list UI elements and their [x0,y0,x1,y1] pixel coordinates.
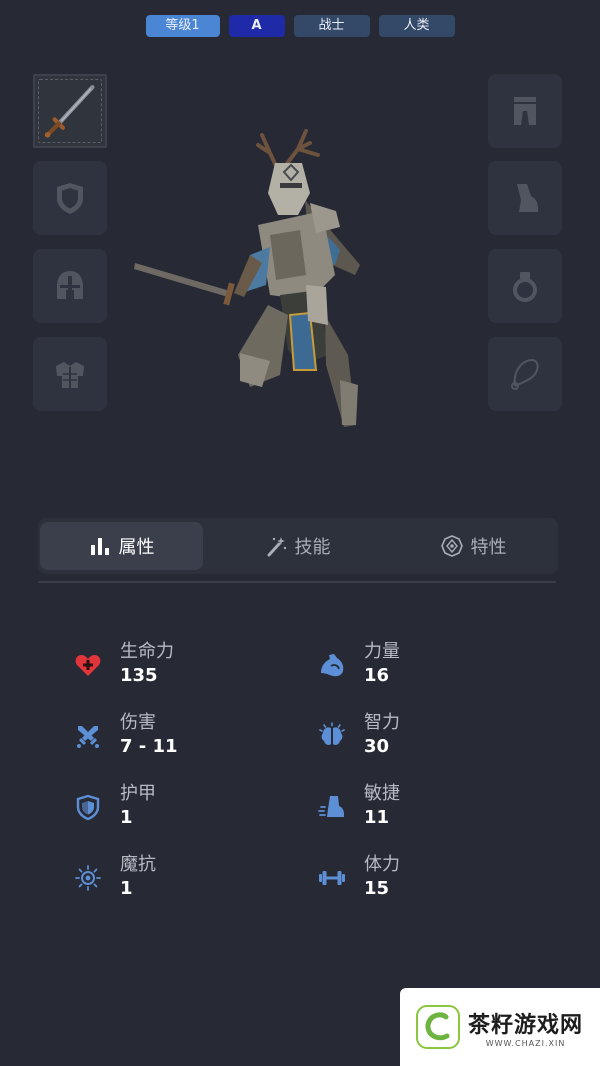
stat-agility: 敏捷 11 [318,779,518,835]
site-watermark: 茶籽游戏网 WWW.CHAZI.XIN [400,988,600,1066]
heart-icon [75,655,101,676]
stat-armor-value: 1 [120,807,133,828]
stat-armor-label: 护甲 [120,783,156,804]
stat-vitality-value: 135 [120,665,158,686]
tab-attributes-label: 属性 [118,537,155,558]
pants-slot[interactable] [488,74,562,148]
amulet-slot[interactable] [488,337,562,411]
helmet-icon [57,271,83,299]
watermark-subtitle: WWW.CHAZI.XIN [485,1038,566,1048]
stat-intelligence-label: 智力 [364,712,400,733]
chest-armor-icon [56,362,84,388]
chest-armor-slot[interactable] [33,337,107,411]
stat-agility-label: 敏捷 [364,783,400,804]
stat-intelligence: 智力 30 [318,708,518,764]
boot-speed-icon [318,796,344,817]
race-tag: 人类 [378,15,455,37]
magic-wand-icon [267,537,286,557]
grade-tag: A [228,15,285,37]
ring-icon [513,272,537,302]
boot-icon [517,184,538,212]
stat-intelligence-value: 30 [364,736,390,757]
stat-armor: 护甲 1 [74,779,274,835]
tab-skills[interactable]: 技能 [216,522,379,570]
stat-magic-resist-label: 魔抗 [120,854,156,875]
stat-agility-value: 11 [364,807,390,828]
magic-resist-icon [75,865,101,891]
amulet-icon [511,358,539,390]
stat-vitality-label: 生命力 [120,641,174,662]
weapon-slot[interactable] [33,74,107,148]
armor-shield-icon [76,794,100,821]
trait-emblem-icon [440,535,463,557]
ring-slot[interactable] [488,249,562,323]
character-portrait [134,129,360,427]
stat-stamina-label: 体力 [364,854,400,875]
boots-slot[interactable] [488,161,562,235]
helmet-slot[interactable] [33,249,107,323]
detail-tabs: 属性 技能 特性 [38,518,558,574]
watermark-title: 茶籽游戏网 [468,1012,584,1038]
tab-traits-label: 特性 [470,537,507,558]
stat-vitality: 生命力 135 [74,637,274,693]
crossed-swords-icon [77,726,99,748]
stat-damage: 伤害 7 - 11 [74,708,274,764]
stat-strength-label: 力量 [364,641,400,662]
watermark-logo-icon [416,1005,460,1049]
tab-traits[interactable]: 特性 [392,522,555,570]
level-tag: 等级1 [145,15,220,37]
stat-damage-value: 7 - 11 [120,736,178,757]
class-tag: 战士 [293,15,370,37]
sword-icon [44,85,95,138]
stat-magic-resist-value: 1 [120,878,133,899]
pants-icon [514,97,536,125]
stat-strength-value: 16 [364,665,390,686]
shield-icon [57,183,83,214]
stat-strength: 力量 16 [318,637,518,693]
dumbbell-icon [319,871,345,885]
tab-attributes[interactable]: 属性 [40,522,203,570]
shield-slot[interactable] [33,161,107,235]
character-tags: 等级1 A 战士 人类 [0,15,600,37]
tab-divider [38,581,556,583]
bicep-icon [321,654,344,677]
stat-stamina-value: 15 [364,878,390,899]
stat-stamina: 体力 15 [318,850,518,906]
stats-bars-icon [90,538,109,555]
tab-skills-label: 技能 [294,537,331,558]
stat-magic-resist: 魔抗 1 [74,850,274,906]
stat-damage-label: 伤害 [120,712,156,733]
brain-icon [319,722,345,745]
